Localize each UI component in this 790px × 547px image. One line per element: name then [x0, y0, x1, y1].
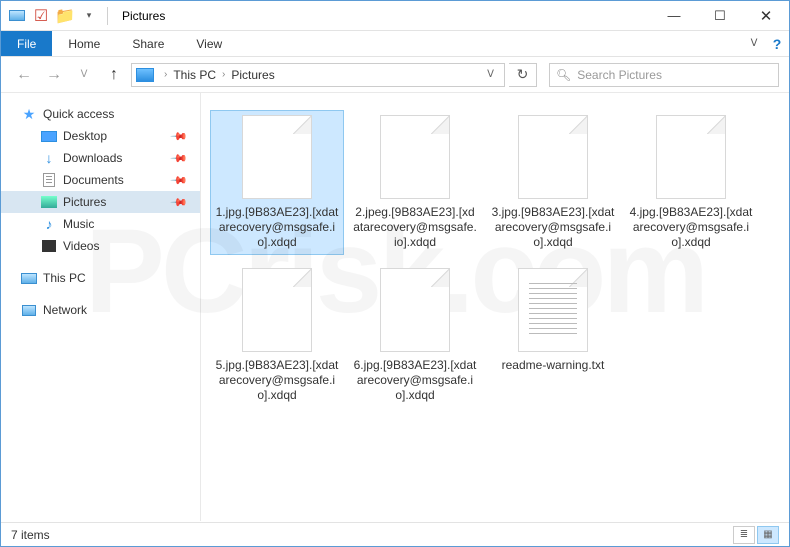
- sidebar-this-pc[interactable]: This PC: [1, 267, 200, 289]
- qat-dropdown-icon[interactable]: ▾: [79, 6, 99, 26]
- file-menu-tab[interactable]: File: [1, 31, 52, 56]
- sidebar-label: Network: [43, 303, 87, 317]
- tab-home[interactable]: Home: [52, 31, 116, 56]
- blank-file-icon: [380, 115, 450, 199]
- search-placeholder: Search Pictures: [577, 68, 662, 82]
- forward-button[interactable]: →: [41, 62, 67, 88]
- search-input[interactable]: 🔍︎ Search Pictures: [549, 63, 779, 87]
- file-name: 3.jpg.[9B83AE23].[xdatarecovery@msgsafe.…: [491, 205, 615, 250]
- details-view-button[interactable]: ≣: [733, 526, 755, 544]
- explorer-body: ★ Quick access Desktop 📌 ↓ Downloads 📌 D…: [1, 93, 789, 521]
- help-icon[interactable]: ?: [765, 31, 789, 56]
- file-name: 1.jpg.[9B83AE23].[xdatarecovery@msgsafe.…: [215, 205, 339, 250]
- sidebar-item-label: Music: [63, 217, 94, 231]
- new-folder-icon[interactable]: 📁: [55, 6, 75, 26]
- text-file-icon: [518, 268, 588, 352]
- pin-icon: 📌: [170, 149, 189, 168]
- blank-file-icon: [242, 268, 312, 352]
- sidebar-item-label: Documents: [63, 173, 124, 187]
- file-item[interactable]: readme-warning.txt: [487, 264, 619, 407]
- downloads-icon: ↓: [41, 150, 57, 166]
- ribbon-tabstrip: File Home Share View ᐯ ?: [1, 31, 789, 57]
- sidebar-item-videos[interactable]: Videos: [1, 235, 200, 257]
- close-button[interactable]: ✕: [743, 2, 789, 30]
- tab-share[interactable]: Share: [116, 31, 180, 56]
- sidebar-network[interactable]: Network: [1, 299, 200, 321]
- maximize-button[interactable]: ☐: [697, 2, 743, 30]
- navigation-bar: ← → ᐯ ↑ › This PC › Pictures ᐯ ↻ 🔍︎ Sear…: [1, 57, 789, 93]
- window-title: Pictures: [116, 9, 165, 23]
- refresh-button[interactable]: ↻: [509, 63, 537, 87]
- file-item[interactable]: 1.jpg.[9B83AE23].[xdatarecovery@msgsafe.…: [211, 111, 343, 254]
- sidebar-item-downloads[interactable]: ↓ Downloads 📌: [1, 147, 200, 169]
- pin-icon: 📌: [170, 171, 189, 190]
- file-item[interactable]: 2.jpeg.[9B83AE23].[xdatarecovery@msgsafe…: [349, 111, 481, 254]
- breadcrumb-segment[interactable]: Pictures: [231, 68, 274, 82]
- breadcrumb-segment[interactable]: This PC: [173, 68, 216, 82]
- file-item[interactable]: 6.jpg.[9B83AE23].[xdatarecovery@msgsafe.…: [349, 264, 481, 407]
- navigation-pane: ★ Quick access Desktop 📌 ↓ Downloads 📌 D…: [1, 93, 201, 521]
- blank-file-icon: [242, 115, 312, 199]
- sidebar-quick-access[interactable]: ★ Quick access: [1, 103, 200, 125]
- sidebar-item-desktop[interactable]: Desktop 📌: [1, 125, 200, 147]
- search-icon: 🔍︎: [556, 68, 571, 82]
- file-name: 5.jpg.[9B83AE23].[xdatarecovery@msgsafe.…: [215, 358, 339, 403]
- documents-icon: [41, 172, 57, 188]
- properties-icon[interactable]: ☑: [31, 6, 51, 26]
- breadcrumb-sep: ›: [218, 69, 229, 80]
- breadcrumb-sep: ›: [160, 69, 171, 80]
- status-bar: 7 items ≣ ▦: [1, 522, 789, 546]
- sidebar-label: Quick access: [43, 107, 114, 121]
- blank-file-icon: [656, 115, 726, 199]
- sidebar-item-label: Downloads: [63, 151, 122, 165]
- network-icon: [21, 302, 37, 318]
- desktop-icon: [41, 128, 57, 144]
- qat-separator: [107, 7, 108, 25]
- pc-icon: [21, 270, 37, 286]
- pin-icon: 📌: [170, 193, 189, 212]
- videos-icon: [41, 238, 57, 254]
- file-name: readme-warning.txt: [491, 358, 615, 373]
- explorer-icon: [7, 6, 27, 26]
- tab-view[interactable]: View: [180, 31, 238, 56]
- file-name: 4.jpg.[9B83AE23].[xdatarecovery@msgsafe.…: [629, 205, 753, 250]
- file-item[interactable]: 3.jpg.[9B83AE23].[xdatarecovery@msgsafe.…: [487, 111, 619, 254]
- titlebar: ☑ 📁 ▾ Pictures — ☐ ✕: [1, 1, 789, 31]
- file-name: 2.jpeg.[9B83AE23].[xdatarecovery@msgsafe…: [353, 205, 477, 250]
- back-button[interactable]: ←: [11, 62, 37, 88]
- pin-icon: 📌: [170, 127, 189, 146]
- file-view[interactable]: 1.jpg.[9B83AE23].[xdatarecovery@msgsafe.…: [201, 93, 789, 521]
- sidebar-item-label: Desktop: [63, 129, 107, 143]
- ribbon-collapse-icon[interactable]: ᐯ: [743, 31, 765, 56]
- file-item[interactable]: 4.jpg.[9B83AE23].[xdatarecovery@msgsafe.…: [625, 111, 757, 254]
- breadcrumb-dropdown-icon[interactable]: ᐯ: [481, 69, 500, 80]
- sidebar-item-pictures[interactable]: Pictures 📌: [1, 191, 200, 213]
- sidebar-item-documents[interactable]: Documents 📌: [1, 169, 200, 191]
- sidebar-item-label: Pictures: [63, 195, 106, 209]
- file-grid: 1.jpg.[9B83AE23].[xdatarecovery@msgsafe.…: [211, 111, 779, 407]
- sidebar-item-music[interactable]: ♪ Music: [1, 213, 200, 235]
- view-switcher: ≣ ▦: [733, 526, 779, 544]
- item-count: 7 items: [11, 528, 50, 542]
- thumbnails-view-button[interactable]: ▦: [757, 526, 779, 544]
- recent-locations-icon[interactable]: ᐯ: [71, 62, 97, 88]
- quick-access-toolbar: ☑ 📁 ▾ Pictures: [1, 6, 171, 26]
- pictures-icon: [41, 194, 57, 210]
- file-item[interactable]: 5.jpg.[9B83AE23].[xdatarecovery@msgsafe.…: [211, 264, 343, 407]
- star-icon: ★: [21, 106, 37, 122]
- minimize-button[interactable]: —: [651, 2, 697, 30]
- music-icon: ♪: [41, 216, 57, 232]
- breadcrumb[interactable]: › This PC › Pictures ᐯ: [131, 63, 505, 87]
- file-name: 6.jpg.[9B83AE23].[xdatarecovery@msgsafe.…: [353, 358, 477, 403]
- blank-file-icon: [518, 115, 588, 199]
- sidebar-item-label: Videos: [63, 239, 99, 253]
- location-icon: [136, 68, 154, 82]
- blank-file-icon: [380, 268, 450, 352]
- sidebar-label: This PC: [43, 271, 86, 285]
- window-controls: — ☐ ✕: [651, 2, 789, 30]
- up-button[interactable]: ↑: [101, 62, 127, 88]
